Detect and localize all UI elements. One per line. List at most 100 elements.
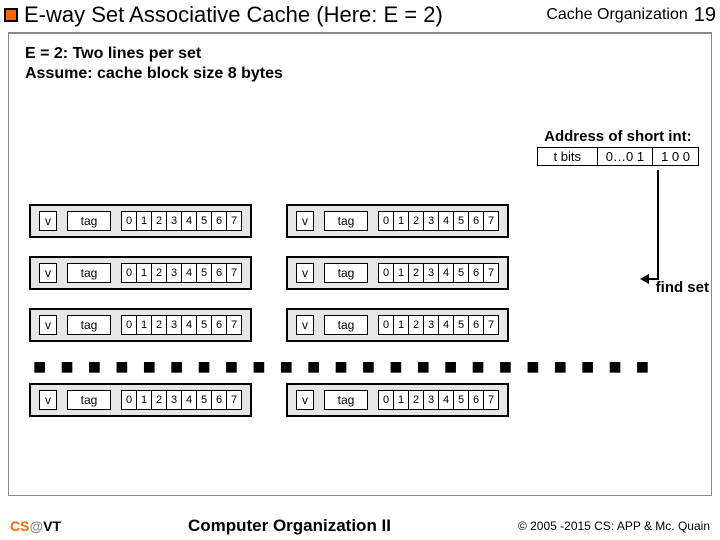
cache-line: v tag 0 1 2 3 4 5 6 7 [29, 204, 252, 238]
byte-cell: 2 [151, 390, 167, 410]
byte-cell: 4 [438, 211, 454, 231]
data-bytes: 0 1 2 3 4 5 6 7 [378, 211, 499, 231]
tag-field: tag [67, 315, 111, 335]
cache-line: v tag 0 1 2 3 4 5 6 7 [29, 383, 252, 417]
byte-cell: 4 [438, 263, 454, 283]
tag-field: tag [67, 211, 111, 231]
data-bytes: 0 1 2 3 4 5 6 7 [121, 211, 242, 231]
byte-cell: 3 [166, 263, 182, 283]
assumptions: E = 2: Two lines per set Assume: cache b… [25, 44, 695, 84]
byte-cell: 6 [211, 263, 227, 283]
cache-set: v tag 0 1 2 3 4 5 6 7 v [29, 256, 651, 290]
valid-bit: v [39, 315, 57, 335]
address-label: Address of short int: [537, 128, 699, 145]
address-block: Address of short int: t bits 0…0 1 1 0 0 [537, 128, 699, 166]
address-blockoffset-field: 1 0 0 [653, 148, 699, 166]
byte-cell: 4 [181, 211, 197, 231]
address-tag-field: t bits [537, 148, 597, 166]
find-set-label: find set [656, 279, 709, 296]
course-logo: CS@VT [10, 518, 61, 534]
slide-body: E = 2: Two lines per set Assume: cache b… [8, 32, 712, 496]
byte-cell: 6 [468, 315, 484, 335]
tag-field: tag [324, 315, 368, 335]
tag-field: tag [67, 390, 111, 410]
data-bytes: 0 1 2 3 4 5 6 7 [121, 315, 242, 335]
valid-bit: v [296, 263, 314, 283]
byte-cell: 2 [151, 211, 167, 231]
byte-cell: 7 [226, 315, 242, 335]
byte-cell: 5 [196, 315, 212, 335]
cache-line: v tag 0 1 2 3 4 5 6 7 [29, 256, 252, 290]
byte-cell: 7 [483, 315, 499, 335]
byte-cell: 6 [468, 263, 484, 283]
valid-bit: v [39, 263, 57, 283]
byte-cell: 5 [196, 211, 212, 231]
byte-cell: 5 [196, 390, 212, 410]
tag-field: tag [324, 263, 368, 283]
byte-cell: 7 [483, 211, 499, 231]
assumption-line: E = 2: Two lines per set [25, 44, 695, 64]
slide-title: E-way Set Associative Cache (Here: E = 2… [24, 2, 546, 28]
footer-title: Computer Organization II [61, 516, 518, 536]
byte-cell: 1 [393, 390, 409, 410]
tag-field: tag [324, 390, 368, 410]
cache-set: v tag 0 1 2 3 4 5 6 7 v [29, 308, 651, 342]
byte-cell: 2 [151, 315, 167, 335]
byte-cell: 2 [408, 211, 424, 231]
byte-cell: 7 [483, 390, 499, 410]
byte-cell: 6 [211, 315, 227, 335]
data-bytes: 0 1 2 3 4 5 6 7 [378, 390, 499, 410]
valid-bit: v [39, 211, 57, 231]
valid-bit: v [296, 211, 314, 231]
byte-cell: 2 [408, 263, 424, 283]
cache-line: v tag 0 1 2 3 4 5 6 7 [286, 204, 509, 238]
assumption-line: Assume: cache block size 8 bytes [25, 64, 695, 84]
course-vt: VT [43, 518, 61, 534]
byte-cell: 0 [378, 315, 394, 335]
byte-cell: 4 [438, 390, 454, 410]
address-fields: t bits 0…0 1 1 0 0 [537, 147, 699, 166]
slide-footer: CS@VT Computer Organization II © 2005 -2… [0, 516, 720, 536]
byte-cell: 4 [181, 390, 197, 410]
footer-copyright: © 2005 -2015 CS: APP & Mc. Quain [518, 519, 710, 533]
byte-cell: 3 [423, 315, 439, 335]
byte-cell: 4 [181, 263, 197, 283]
byte-cell: 7 [226, 263, 242, 283]
byte-cell: 0 [378, 390, 394, 410]
tag-field: tag [324, 211, 368, 231]
byte-cell: 0 [121, 390, 137, 410]
cache-set: v tag 0 1 2 3 4 5 6 7 v [29, 204, 651, 238]
byte-cell: 2 [408, 390, 424, 410]
data-bytes: 0 1 2 3 4 5 6 7 [121, 390, 242, 410]
valid-bit: v [39, 390, 57, 410]
address-setindex-field: 0…0 1 [597, 148, 652, 166]
byte-cell: 5 [453, 390, 469, 410]
cache-sets: v tag 0 1 2 3 4 5 6 7 v [29, 204, 651, 435]
slide-category: Cache Organization [546, 6, 687, 24]
ellipsis-icon: ■ ■ ■ ■ ■ ■ ■ ■ ■ ■ ■ ■ ■ ■ ■ ■ ■ ■ ■ ■ … [33, 360, 651, 373]
byte-cell: 1 [136, 390, 152, 410]
byte-cell: 3 [166, 390, 182, 410]
byte-cell: 1 [136, 211, 152, 231]
byte-cell: 5 [453, 315, 469, 335]
byte-cell: 1 [136, 263, 152, 283]
slide-page-number: 19 [694, 4, 716, 27]
byte-cell: 3 [166, 211, 182, 231]
byte-cell: 0 [121, 211, 137, 231]
byte-cell: 0 [121, 263, 137, 283]
byte-cell: 6 [211, 390, 227, 410]
byte-cell: 0 [378, 211, 394, 231]
byte-cell: 7 [226, 390, 242, 410]
valid-bit: v [296, 315, 314, 335]
byte-cell: 7 [483, 263, 499, 283]
data-bytes: 0 1 2 3 4 5 6 7 [121, 263, 242, 283]
bullet-icon [4, 8, 18, 22]
byte-cell: 1 [393, 315, 409, 335]
arrow-vertical [657, 170, 659, 280]
course-at: @ [29, 518, 43, 534]
byte-cell: 1 [393, 211, 409, 231]
byte-cell: 1 [393, 263, 409, 283]
cache-line: v tag 0 1 2 3 4 5 6 7 [286, 256, 509, 290]
cache-line: v tag 0 1 2 3 4 5 6 7 [29, 308, 252, 342]
byte-cell: 2 [151, 263, 167, 283]
